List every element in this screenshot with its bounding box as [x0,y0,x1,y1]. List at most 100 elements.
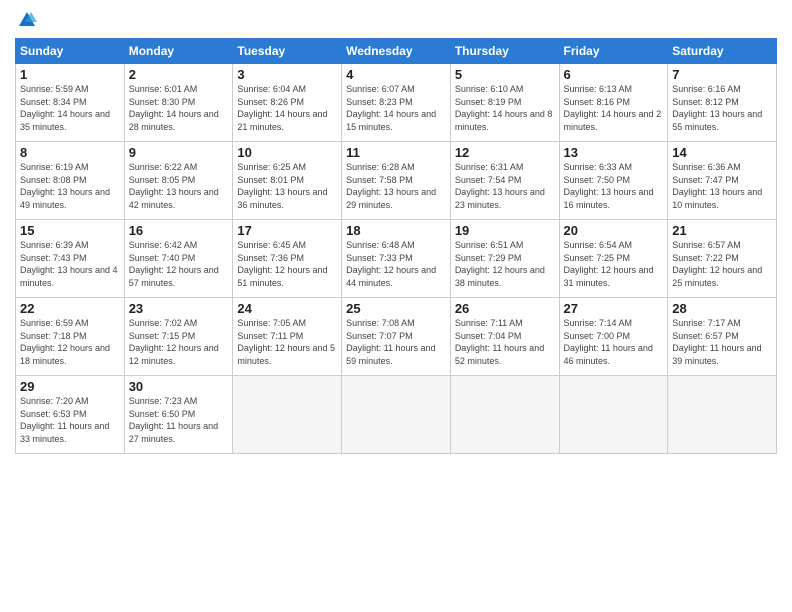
day-number: 29 [20,379,120,394]
calendar-cell: 21 Sunrise: 6:57 AMSunset: 7:22 PMDayligh… [668,220,777,298]
day-number: 28 [672,301,772,316]
day-number: 4 [346,67,446,82]
day-info: Sunrise: 6:07 AMSunset: 8:23 PMDaylight:… [346,84,436,132]
day-info: Sunrise: 6:19 AMSunset: 8:08 PMDaylight:… [20,162,110,210]
day-number: 18 [346,223,446,238]
calendar-cell [233,376,342,454]
calendar-week-row: 15 Sunrise: 6:39 AMSunset: 7:43 PMDayligh… [16,220,777,298]
day-number: 27 [564,301,664,316]
calendar-cell: 29 Sunrise: 7:20 AMSunset: 6:53 PMDayligh… [16,376,125,454]
calendar-week-row: 29 Sunrise: 7:20 AMSunset: 6:53 PMDayligh… [16,376,777,454]
day-number: 7 [672,67,772,82]
calendar-cell: 9 Sunrise: 6:22 AMSunset: 8:05 PMDaylight… [124,142,233,220]
logo-icon [17,10,37,30]
day-info: Sunrise: 6:39 AMSunset: 7:43 PMDaylight:… [20,240,118,288]
day-info: Sunrise: 6:31 AMSunset: 7:54 PMDaylight:… [455,162,545,210]
calendar-cell [342,376,451,454]
day-info: Sunrise: 6:01 AMSunset: 8:30 PMDaylight:… [129,84,219,132]
day-info: Sunrise: 6:54 AMSunset: 7:25 PMDaylight:… [564,240,654,288]
day-info: Sunrise: 6:13 AMSunset: 8:16 PMDaylight:… [564,84,662,132]
day-number: 30 [129,379,229,394]
calendar-cell: 18 Sunrise: 6:48 AMSunset: 7:33 PMDayligh… [342,220,451,298]
day-number: 2 [129,67,229,82]
page: SundayMondayTuesdayWednesdayThursdayFrid… [0,0,792,612]
calendar-cell: 27 Sunrise: 7:14 AMSunset: 7:00 PMDayligh… [559,298,668,376]
day-number: 8 [20,145,120,160]
calendar-cell: 30 Sunrise: 7:23 AMSunset: 6:50 PMDayligh… [124,376,233,454]
calendar-cell [450,376,559,454]
day-info: Sunrise: 6:59 AMSunset: 7:18 PMDaylight:… [20,318,110,366]
calendar-week-row: 22 Sunrise: 6:59 AMSunset: 7:18 PMDayligh… [16,298,777,376]
day-number: 26 [455,301,555,316]
calendar-header-thursday: Thursday [450,39,559,64]
day-number: 3 [237,67,337,82]
calendar-cell: 8 Sunrise: 6:19 AMSunset: 8:08 PMDaylight… [16,142,125,220]
day-info: Sunrise: 6:48 AMSunset: 7:33 PMDaylight:… [346,240,436,288]
day-number: 10 [237,145,337,160]
day-number: 12 [455,145,555,160]
day-info: Sunrise: 6:16 AMSunset: 8:12 PMDaylight:… [672,84,762,132]
day-number: 1 [20,67,120,82]
calendar-cell: 23 Sunrise: 7:02 AMSunset: 7:15 PMDayligh… [124,298,233,376]
calendar-header-monday: Monday [124,39,233,64]
calendar-cell: 15 Sunrise: 6:39 AMSunset: 7:43 PMDayligh… [16,220,125,298]
day-info: Sunrise: 7:11 AMSunset: 7:04 PMDaylight:… [455,318,544,366]
calendar-cell: 25Sunrise: 7:08 AMSunset: 7:07 PMDayligh… [342,298,451,376]
day-info: Sunrise: 7:05 AMSunset: 7:11 PMDaylight:… [237,318,335,366]
calendar-cell: 4 Sunrise: 6:07 AMSunset: 8:23 PMDaylight… [342,64,451,142]
calendar-cell: 2 Sunrise: 6:01 AMSunset: 8:30 PMDaylight… [124,64,233,142]
calendar-header-friday: Friday [559,39,668,64]
day-number: 11 [346,145,446,160]
header [15,10,777,30]
day-info: Sunrise: 6:51 AMSunset: 7:29 PMDaylight:… [455,240,545,288]
calendar-cell: 1 Sunrise: 5:59 AMSunset: 8:34 PMDaylight… [16,64,125,142]
day-info: Sunrise: 6:45 AMSunset: 7:36 PMDaylight:… [237,240,327,288]
calendar-week-row: 1 Sunrise: 5:59 AMSunset: 8:34 PMDaylight… [16,64,777,142]
calendar-cell: 20 Sunrise: 6:54 AMSunset: 7:25 PMDayligh… [559,220,668,298]
day-info: Sunrise: 6:10 AMSunset: 8:19 PMDaylight:… [455,84,553,132]
calendar-cell: 11 Sunrise: 6:28 AMSunset: 7:58 PMDayligh… [342,142,451,220]
day-info: Sunrise: 7:17 AMSunset: 6:57 PMDaylight:… [672,318,761,366]
calendar-table: SundayMondayTuesdayWednesdayThursdayFrid… [15,38,777,454]
day-info: Sunrise: 7:02 AMSunset: 7:15 PMDaylight:… [129,318,219,366]
day-number: 19 [455,223,555,238]
day-info: Sunrise: 6:22 AMSunset: 8:05 PMDaylight:… [129,162,219,210]
calendar-cell: 5Sunrise: 6:10 AMSunset: 8:19 PMDaylight… [450,64,559,142]
day-number: 21 [672,223,772,238]
calendar-cell: 22 Sunrise: 6:59 AMSunset: 7:18 PMDayligh… [16,298,125,376]
calendar-header-tuesday: Tuesday [233,39,342,64]
calendar-cell: 28 Sunrise: 7:17 AMSunset: 6:57 PMDayligh… [668,298,777,376]
calendar-cell: 3Sunrise: 6:04 AMSunset: 8:26 PMDaylight… [233,64,342,142]
day-number: 22 [20,301,120,316]
day-number: 15 [20,223,120,238]
day-number: 14 [672,145,772,160]
calendar-cell: 19 Sunrise: 6:51 AMSunset: 7:29 PMDayligh… [450,220,559,298]
day-info: Sunrise: 6:57 AMSunset: 7:22 PMDaylight:… [672,240,762,288]
calendar-cell: 16 Sunrise: 6:42 AMSunset: 7:40 PMDayligh… [124,220,233,298]
calendar-cell: 12 Sunrise: 6:31 AMSunset: 7:54 PMDayligh… [450,142,559,220]
day-number: 16 [129,223,229,238]
calendar-cell: 24 Sunrise: 7:05 AMSunset: 7:11 PMDayligh… [233,298,342,376]
calendar-header-row: SundayMondayTuesdayWednesdayThursdayFrid… [16,39,777,64]
day-number: 25 [346,301,446,316]
calendar-cell: 7 Sunrise: 6:16 AMSunset: 8:12 PMDaylight… [668,64,777,142]
day-number: 24 [237,301,337,316]
day-info: Sunrise: 6:42 AMSunset: 7:40 PMDaylight:… [129,240,219,288]
calendar-cell: 26 Sunrise: 7:11 AMSunset: 7:04 PMDayligh… [450,298,559,376]
calendar-cell: 10 Sunrise: 6:25 AMSunset: 8:01 PMDayligh… [233,142,342,220]
day-info: Sunrise: 5:59 AMSunset: 8:34 PMDaylight:… [20,84,110,132]
calendar-header-saturday: Saturday [668,39,777,64]
calendar-header-wednesday: Wednesday [342,39,451,64]
calendar-cell: 13Sunrise: 6:33 AMSunset: 7:50 PMDayligh… [559,142,668,220]
day-info: Sunrise: 7:23 AMSunset: 6:50 PMDaylight:… [129,396,218,444]
day-number: 20 [564,223,664,238]
day-info: Sunrise: 6:36 AMSunset: 7:47 PMDaylight:… [672,162,762,210]
day-info: Sunrise: 6:25 AMSunset: 8:01 PMDaylight:… [237,162,327,210]
day-number: 23 [129,301,229,316]
day-info: Sunrise: 7:20 AMSunset: 6:53 PMDaylight:… [20,396,109,444]
day-info: Sunrise: 7:14 AMSunset: 7:00 PMDaylight:… [564,318,653,366]
day-number: 9 [129,145,229,160]
day-number: 17 [237,223,337,238]
calendar-header-sunday: Sunday [16,39,125,64]
day-info: Sunrise: 6:28 AMSunset: 7:58 PMDaylight:… [346,162,436,210]
